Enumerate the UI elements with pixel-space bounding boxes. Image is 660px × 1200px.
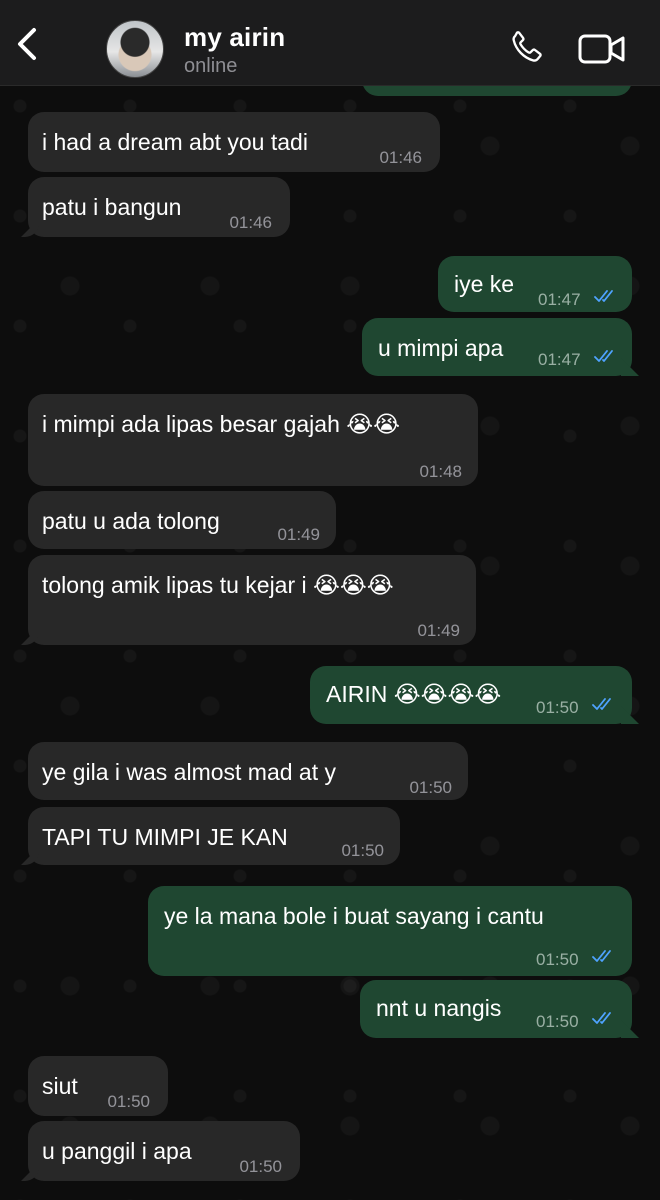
message-time: 01:49	[417, 621, 460, 640]
message-bubble-incoming[interactable]: i had a dream abt you tadi 01:46	[28, 112, 440, 172]
message-text: i mimpi ada lipas besar gajah 😭😭	[42, 411, 401, 437]
message-bubble-incoming[interactable]: tolong amik lipas tu kejar i 😭😭😭 01:49	[28, 555, 476, 645]
message-time: 01:48	[419, 462, 462, 481]
message-text: TAPI TU MIMPI JE KAN	[42, 824, 288, 850]
chat-header: my airin online	[0, 0, 660, 86]
message-bubble-incoming[interactable]: TAPI TU MIMPI JE KAN 01:50	[28, 807, 400, 865]
message-bubble-outgoing[interactable]: ye la mana bole i buat sayang i cantu 01…	[148, 886, 632, 976]
message-text: ye la mana bole i buat sayang i cantu	[164, 903, 544, 929]
message-bubble-incoming[interactable]: i mimpi ada lipas besar gajah 😭😭 01:48	[28, 394, 478, 486]
message-text: siut	[42, 1073, 78, 1099]
read-receipt-icon	[594, 290, 613, 302]
read-receipt-icon	[592, 950, 611, 962]
message-time: 01:50	[107, 1092, 150, 1111]
read-receipt-icon	[592, 698, 611, 710]
message-time: 01:50	[239, 1157, 282, 1176]
message-bubble-outgoing[interactable]: AIRIN 😭😭😭😭 01:50	[310, 666, 632, 724]
chevron-left-icon	[18, 28, 36, 60]
message-time: 01:50	[536, 698, 579, 717]
message-bubble-incoming[interactable]: patu u ada tolong 01:49	[28, 491, 336, 549]
message-bubble-outgoing[interactable]: nnt u nangis 01:50	[360, 980, 632, 1038]
message-bubble-outgoing[interactable]: u mimpi apa 01:47	[362, 318, 632, 376]
message-bubble-incoming[interactable]: siut 01:50	[28, 1056, 168, 1116]
phone-icon	[512, 31, 542, 62]
message-time: 01:50	[536, 950, 579, 969]
video-call-button[interactable]	[578, 32, 626, 66]
message-text: iye ke	[454, 271, 515, 297]
message-list[interactable]: i had a dream abt you tadi 01:46 patu i …	[0, 0, 660, 1200]
contact-status: online	[184, 55, 238, 77]
contact-name[interactable]: my airin	[184, 22, 285, 53]
message-text: u panggil i apa	[42, 1138, 192, 1164]
message-text: tolong amik lipas tu kejar i 😭😭😭	[42, 572, 394, 598]
read-receipt-icon	[592, 1012, 611, 1024]
message-time: 01:47	[538, 290, 581, 309]
message-text: i had a dream abt you tadi	[42, 129, 308, 155]
message-time: 01:46	[379, 148, 422, 167]
voice-call-button[interactable]	[506, 28, 546, 68]
message-text: patu u ada tolong	[42, 508, 220, 534]
contact-avatar[interactable]	[106, 20, 164, 78]
message-bubble-incoming[interactable]: patu i bangun 01:46	[28, 177, 290, 237]
read-receipt-icon	[594, 350, 613, 362]
message-time: 01:50	[409, 778, 452, 797]
message-text: nnt u nangis	[376, 995, 502, 1021]
message-bubble-outgoing[interactable]: iye ke 01:47	[438, 256, 632, 312]
message-text: ye gila i was almost mad at y	[42, 759, 337, 785]
message-time: 01:50	[341, 841, 384, 860]
message-time: 01:49	[277, 525, 320, 544]
video-camera-icon	[578, 34, 625, 64]
message-text: AIRIN 😭😭😭😭	[326, 681, 502, 707]
message-text: patu i bangun	[42, 194, 182, 220]
message-time: 01:46	[229, 213, 272, 232]
message-bubble-incoming[interactable]: ye gila i was almost mad at y 01:50	[28, 742, 468, 800]
back-button[interactable]	[10, 22, 46, 66]
message-text: u mimpi apa	[378, 335, 504, 361]
message-bubble-incoming[interactable]: u panggil i apa 01:50	[28, 1121, 300, 1181]
message-time: 01:50	[536, 1012, 579, 1031]
message-time: 01:47	[538, 350, 581, 369]
